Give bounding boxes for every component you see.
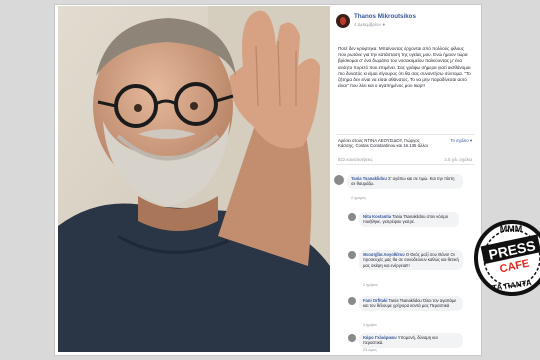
comment-bubble: Κάρο Γκλιάρικου Υπομονή, δύναμη και περα…: [359, 333, 463, 348]
comment-time[interactable]: 2 ημέρες: [363, 283, 378, 287]
comment-bubble: Nita Kostantia Tania Tsanaklidou στον κό…: [359, 212, 459, 227]
comment-bubble: Tania Tsanaklidou Σ' αγάπω και σε τιμώ. …: [347, 174, 463, 189]
logo-top-text: MMM: [500, 224, 523, 234]
comment-time[interactable]: 2 ημέρες: [351, 196, 366, 200]
press-cafe-logo: MMM PRESS CAFE ΤΑ ΠΑΝΤΑ: [468, 206, 540, 316]
comment-time[interactable]: 23 ώρες: [363, 348, 377, 352]
comment-author[interactable]: Θεοσηβία Λογοθέτου: [363, 252, 405, 257]
avatar[interactable]: [348, 297, 356, 305]
post-text: Ποτέ δεν κρύφτηκα. Μπαίνοντας έρχονται α…: [338, 46, 471, 89]
avatar[interactable]: [348, 251, 356, 259]
post-date[interactable]: 4 Δεκεμβρίου ●: [354, 22, 385, 27]
comment-author[interactable]: Nita Kostantia: [363, 214, 391, 219]
comment-bubble: Fani Orfitaki Tania Tsanaklidou Όλοι τον…: [359, 296, 463, 311]
comments-count[interactable]: 3.5 χιλ. σχόλια: [444, 157, 472, 162]
comment-filter-link[interactable]: Το σχόλιο ▾: [450, 138, 472, 144]
author-avatar[interactable]: [336, 14, 350, 28]
avatar[interactable]: [348, 213, 356, 221]
comment-time[interactable]: 1 ημέρα: [363, 323, 377, 327]
avatar[interactable]: [334, 175, 344, 185]
post-header: Thanos Mikroutsikos 4 Δεκεμβρίου ●: [336, 12, 476, 36]
globe-icon: ●: [382, 22, 386, 27]
author-name[interactable]: Thanos Mikroutsikos: [354, 13, 416, 20]
comment-author[interactable]: Tania Tsanaklidou: [351, 176, 387, 181]
post-panel: Thanos Mikroutsikos 4 Δεκεμβρίου ● Ποτέ …: [332, 6, 478, 352]
likes-summary[interactable]: Αρέσει στους ΝΤΙΝΑ ΛΕΟΥΣΙΔΟΥ, Γιώργος Κά…: [338, 138, 434, 148]
comment-author[interactable]: Κάρο Γκλιάρικου: [363, 335, 397, 340]
likes-row: Αρέσει στους ΝΤΙΝΑ ΛΕΟΥΣΙΔΟΥ, Γιώργος Κά…: [336, 134, 474, 154]
post-photo[interactable]: [58, 6, 330, 352]
post-stats: 822 κοινοποιήσεις 3.5 χιλ. σχόλια: [336, 157, 474, 165]
avatar[interactable]: [348, 334, 356, 342]
shares-count[interactable]: 822 κοινοποιήσεις: [338, 157, 373, 162]
comment-bubble: Θεοσηβία Λογοθέτου Ο Θεός μαζί σου Θάνο!…: [359, 250, 463, 271]
comment-author[interactable]: Fani Orfitaki: [363, 298, 387, 303]
